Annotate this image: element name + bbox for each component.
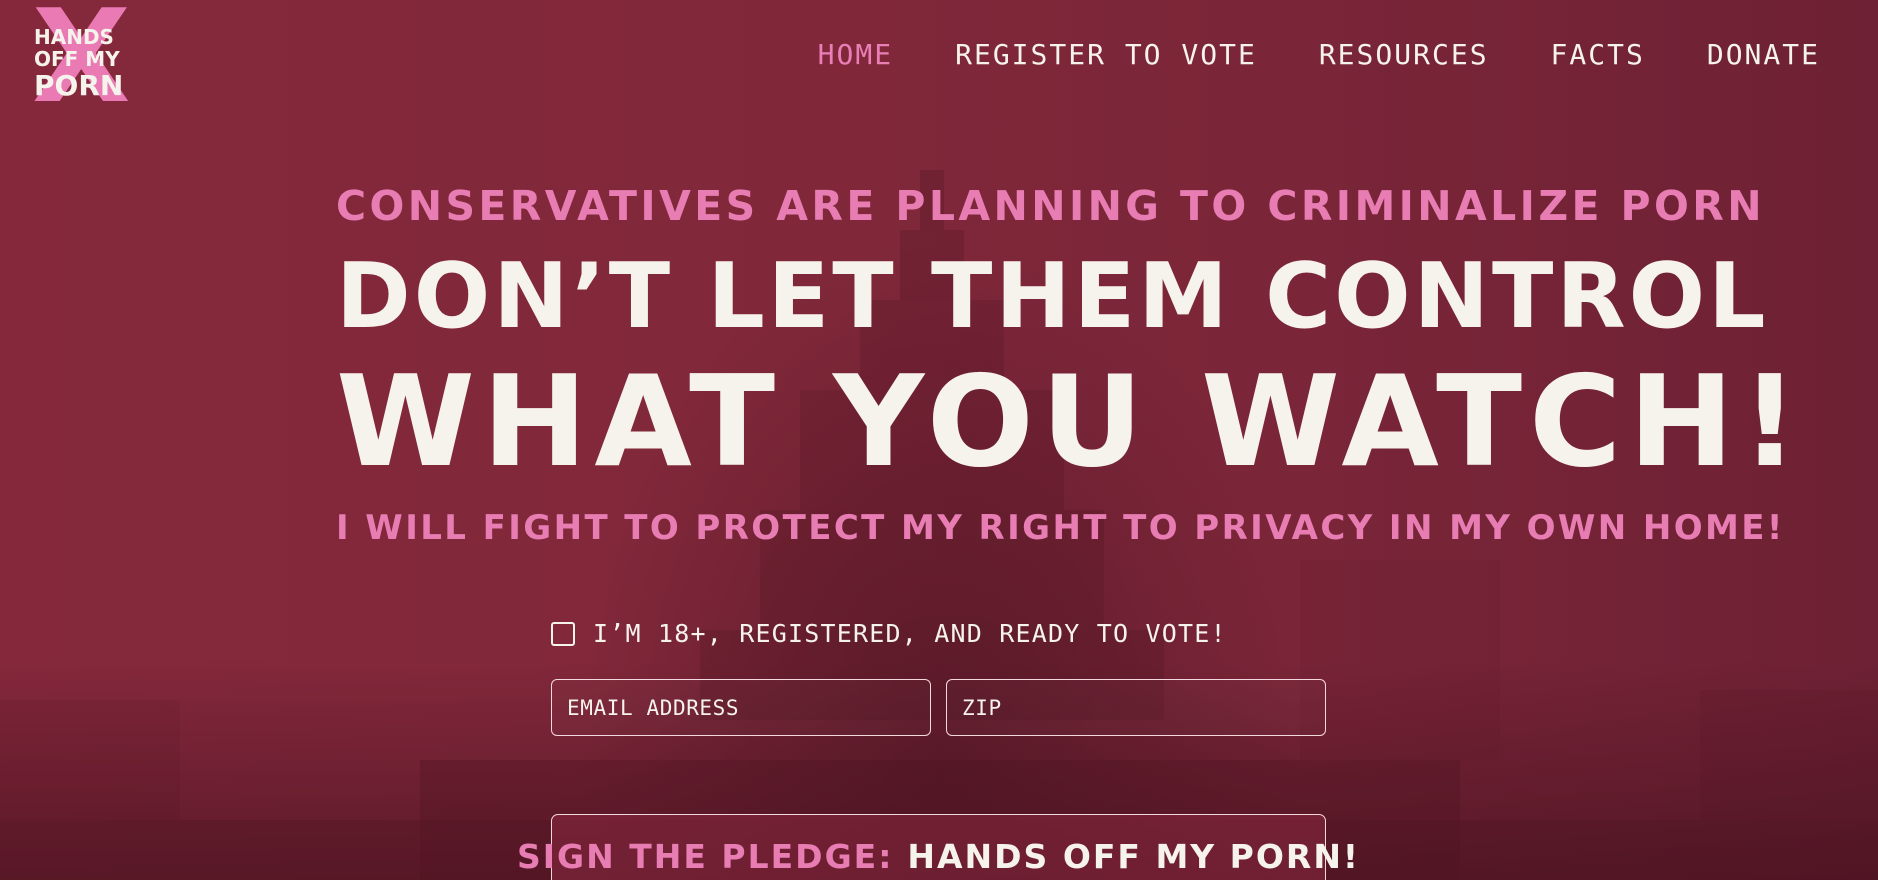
pledge-button-main: HANDS OFF MY PORN! — [907, 837, 1360, 876]
logo-line-hands: HANDS — [34, 25, 114, 49]
hero-kicker: CONSERVATIVES ARE PLANNING TO CRIMINALIZ… — [336, 182, 1765, 230]
age-confirm-label[interactable]: I’M 18+, REGISTERED, AND READY TO VOTE! — [593, 619, 1227, 648]
nav-facts[interactable]: FACTS — [1551, 38, 1645, 71]
email-field[interactable] — [551, 679, 931, 736]
sign-pledge-button[interactable]: SIGN THE PLEDGE: HANDS OFF MY PORN! — [517, 814, 1358, 880]
pledge-button-prefix: SIGN THE PLEDGE: — [517, 837, 894, 876]
logo-wordmark: HANDS OFF MY PORN — [34, 25, 124, 102]
hero-headline-line2: WHAT YOU WATCH! — [336, 348, 1806, 495]
main-nav: HOME REGISTER TO VOTE RESOURCES FACTS DO… — [756, 38, 1820, 71]
age-confirm-row: I’M 18+, REGISTERED, AND READY TO VOTE! — [551, 619, 1227, 648]
nav-donate[interactable]: DONATE — [1707, 38, 1820, 71]
hero-headline-line1: DON’T LET THEM CONTROL — [336, 244, 1769, 349]
nav-resources[interactable]: RESOURCES — [1319, 38, 1489, 71]
zip-field[interactable] — [946, 679, 1326, 736]
checkbox-icon[interactable] — [551, 621, 575, 646]
logo-line-off-my: OFF MY — [34, 47, 120, 71]
nav-home[interactable]: HOME — [818, 38, 893, 71]
nav-register-to-vote[interactable]: REGISTER TO VOTE — [955, 38, 1257, 71]
hero-subline: I WILL FIGHT TO PROTECT MY RIGHT TO PRIV… — [336, 508, 1785, 548]
site-logo[interactable]: X HANDS OFF MY PORN — [32, 0, 131, 122]
logo-line-porn: PORN — [34, 69, 124, 102]
